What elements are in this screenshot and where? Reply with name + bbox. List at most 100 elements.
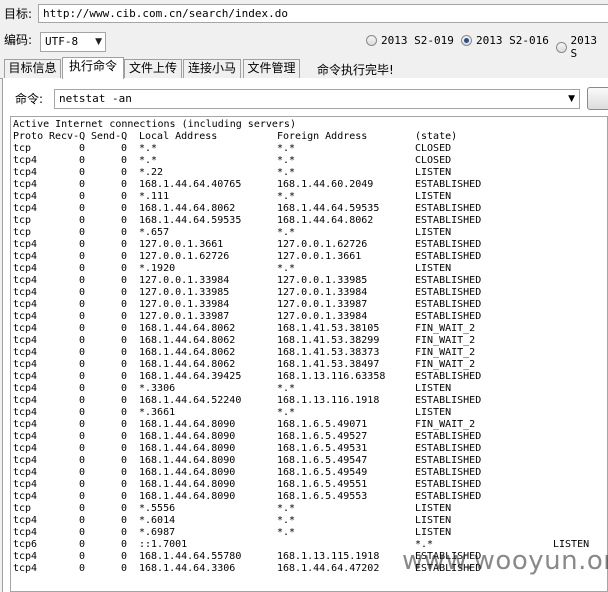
output-row: tcp4 0 0 168.1.44.64.8090 168.1.6.5.49531 EST… (13, 443, 607, 455)
cell-foreign-address: *.* (277, 143, 296, 154)
target-url-field[interactable]: http://www.cib.com.cn/search/index.do (38, 4, 608, 23)
col-local-address: Local Address (139, 131, 218, 142)
version-radio-1[interactable]: 2013 S2-016 (461, 34, 549, 47)
chevron-down-icon: ▼ (568, 94, 575, 104)
cell-state: LISTEN (415, 515, 452, 526)
tab-target-info[interactable]: 目标信息 (4, 59, 61, 78)
cell-foreign-address: *.* (277, 155, 296, 166)
cell-proto: tcp4 (13, 311, 38, 322)
cell-sendq: 0 (120, 491, 127, 502)
cell-sendq: 0 (120, 347, 127, 358)
cell-foreign-address: 127.0.0.1.62726 (277, 239, 368, 250)
cell-recvq: 0 (78, 347, 85, 358)
cell-local-address: *.6987 (139, 527, 176, 538)
cell-sendq: 0 (120, 167, 127, 178)
output-row: tcp4 0 0 168.1.44.64.8090 168.1.6.5.49551 EST… (13, 479, 607, 491)
cell-foreign-address: 168.1.44.64.8062 (277, 215, 374, 226)
cell-state: LISTEN (415, 383, 452, 394)
cell-recvq: 0 (78, 155, 85, 166)
cell-local-address: *.111 (139, 191, 170, 202)
radio-icon (556, 41, 567, 53)
cell-proto: tcp4 (13, 359, 38, 370)
cell-proto: tcp4 (13, 419, 38, 430)
cell-local-address: 168.1.44.64.8090 (139, 455, 236, 466)
cell-foreign-address: *.* (277, 407, 296, 418)
cell-proto: tcp4 (13, 323, 38, 334)
cell-local-address: 168.1.44.64.39425 (139, 371, 242, 382)
cell-foreign-address: 168.1.44.64.47202 (277, 563, 380, 574)
cell-local-address: 168.1.44.64.8090 (139, 431, 236, 442)
output-row: tcp4 0 0 *.1920 *.* LISTEN (13, 263, 607, 275)
cell-proto: tcp4 (13, 479, 38, 490)
watermark: www.wooyun.org (402, 546, 608, 576)
cell-recvq: 0 (78, 515, 85, 526)
cell-proto: tcp4 (13, 167, 38, 178)
cell-recvq: 0 (78, 407, 85, 418)
output-row: tcp4 0 0 *.6014 *.* LISTEN (13, 515, 607, 527)
tab-file-manager[interactable]: 文件管理 (243, 59, 300, 78)
cell-recvq: 0 (78, 251, 85, 262)
version-label: 2013 S2-019 (381, 34, 454, 47)
cell-proto: tcp4 (13, 287, 38, 298)
cell-proto: tcp4 (13, 203, 38, 214)
cell-local-address: 127.0.0.1.3661 (139, 239, 224, 250)
tab-execute-command[interactable]: 执行命令 (62, 57, 124, 79)
cell-sendq: 0 (120, 419, 127, 430)
cell-sendq: 0 (120, 467, 127, 478)
output-row: tcp4 0 0 *.3661 *.* LISTEN (13, 407, 607, 419)
cell-proto: tcp6 (13, 539, 38, 550)
cell-local-address: 168.1.44.64.8090 (139, 467, 236, 478)
cell-foreign-address: 168.1.13.116.1918 (277, 395, 380, 406)
cell-state: ESTABLISHED (415, 251, 482, 262)
cell-sendq: 0 (120, 191, 127, 202)
execute-button[interactable] (587, 87, 608, 110)
cell-state: LISTEN (415, 167, 452, 178)
tab-connect-shell[interactable]: 连接小马 (183, 59, 241, 78)
output-row: tcp4 0 0 127.0.0.1.3661 127.0.0.1.62726 ESTAB… (13, 239, 607, 251)
cell-foreign-address: 168.1.6.5.49553 (277, 491, 368, 502)
cell-proto: tcp4 (13, 191, 38, 202)
cell-state: LISTEN (415, 263, 452, 274)
cell-recvq: 0 (78, 335, 85, 346)
version-radio-0[interactable]: 2013 S2-019 (366, 34, 454, 47)
cell-foreign-address: 168.1.41.53.38299 (277, 335, 380, 346)
cell-local-address: 168.1.44.64.8090 (139, 479, 236, 490)
cell-foreign-address: 168.1.44.64.59535 (277, 203, 380, 214)
output-row: tcp 0 0 168.1.44.64.59535 168.1.44.64.8062 ES… (13, 215, 607, 227)
command-input[interactable]: netstat -an ▼ (54, 89, 580, 109)
cell-sendq: 0 (120, 383, 127, 394)
cell-recvq: 0 (78, 467, 85, 478)
encoding-select[interactable]: UTF-8 ▼ (40, 32, 106, 52)
cell-local-address: *.1920 (139, 263, 176, 274)
cell-sendq: 0 (120, 407, 127, 418)
col-recvq: Recv-Q (49, 131, 86, 142)
command-label: 命令: (15, 92, 44, 106)
encoding-label: 编码: (4, 33, 33, 47)
output-row: tcp4 0 0 127.0.0.1.33984 127.0.0.1.33987 ESTA… (13, 299, 607, 311)
cell-foreign-address: *.* (277, 383, 296, 394)
cell-foreign-address: 168.1.41.53.38373 (277, 347, 380, 358)
cell-local-address: 168.1.44.64.8090 (139, 443, 236, 454)
cell-sendq: 0 (120, 239, 127, 250)
cell-proto: tcp4 (13, 335, 38, 346)
cell-sendq: 0 (120, 479, 127, 490)
cell-recvq: 0 (78, 203, 85, 214)
cell-proto: tcp4 (13, 455, 38, 466)
cell-state: ESTABLISHED (415, 455, 482, 466)
cell-proto: tcp4 (13, 371, 38, 382)
output-row: tcp4 0 0 168.1.44.64.39425 168.1.13.116.6335… (13, 371, 607, 383)
command-output[interactable]: Active Internet connections (including s… (10, 116, 608, 592)
cell-proto: tcp (13, 215, 32, 226)
status-text: 命令执行完毕! (317, 63, 394, 77)
cell-recvq: 0 (78, 539, 85, 550)
cell-state: ESTABLISHED (415, 467, 482, 478)
cell-recvq: 0 (78, 299, 85, 310)
col-state: (state) (415, 131, 458, 142)
cell-proto: tcp4 (13, 431, 38, 442)
tab-file-upload[interactable]: 文件上传 (124, 59, 182, 78)
cell-state: LISTEN (415, 527, 452, 538)
cell-local-address: 168.1.44.64.8062 (139, 203, 236, 214)
cell-local-address: 168.1.44.64.8062 (139, 323, 236, 334)
output-row: tcp4 0 0 168.1.44.64.8062 168.1.41.53.38497 F… (13, 359, 607, 371)
cell-local-address: 168.1.44.64.8090 (139, 419, 236, 430)
